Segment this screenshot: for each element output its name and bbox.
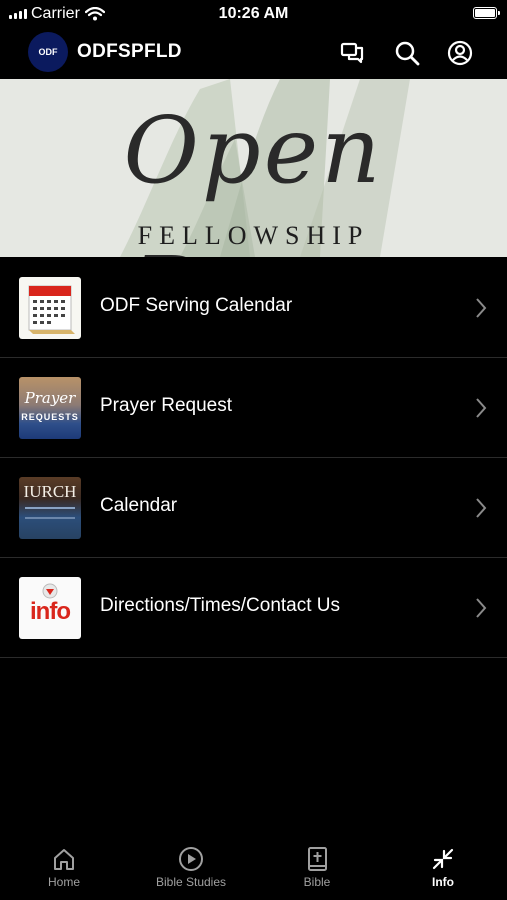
tab-label: Info (432, 875, 454, 889)
info-list: ODF Serving Calendar Prayer REQUESTS Pra… (0, 258, 507, 658)
status-time: 10:26 AM (218, 5, 289, 22)
tab-bible-studies[interactable]: Bible Studies (131, 846, 251, 889)
list-item-label: Prayer Request (100, 395, 233, 416)
tab-bible[interactable]: Bible (257, 846, 377, 889)
home-icon (54, 849, 74, 870)
thumb-text: REQUESTS (21, 412, 79, 422)
info-icon: info (19, 577, 81, 639)
list-item-label: ODF Serving Calendar (100, 295, 293, 316)
list-item-label: Directions/Times/Contact Us (100, 595, 341, 616)
tab-label: Home (47, 875, 80, 889)
tab-home[interactable]: Home (4, 846, 124, 889)
list-item-serving-calendar[interactable]: ODF Serving Calendar (0, 258, 507, 358)
list-item-directions[interactable]: info Directions/Times/Contact Us (0, 558, 507, 658)
thumb-text: IURCH (23, 482, 77, 501)
banner-subtitle: FELLOWSHIP (137, 221, 370, 250)
thumb-text: Prayer (24, 389, 76, 407)
status-bar: Carrier 10:26 AM (0, 0, 507, 28)
tab-info[interactable]: Info (383, 846, 503, 889)
chevron-right-icon (476, 398, 487, 418)
app-header: ODF ODFSPFLD (0, 28, 507, 79)
church-icon: IURCH (19, 477, 81, 539)
chevron-right-icon (476, 598, 487, 618)
play-circle-icon (179, 847, 203, 871)
list-item-prayer-request[interactable]: Prayer REQUESTS Prayer Request (0, 358, 507, 458)
banner: Open Door FELLOWSHIP (0, 79, 507, 257)
search-icon[interactable] (393, 39, 421, 67)
battery-icon (473, 7, 500, 19)
list-item-label: Calendar (100, 495, 178, 516)
bible-icon (308, 847, 327, 871)
collapse-arrows-icon (432, 848, 454, 870)
app-logo: ODF (28, 32, 68, 72)
tab-bar: Home Bible Studies Bible Info (0, 840, 507, 900)
tab-label: Bible Studies (155, 875, 227, 889)
messages-icon[interactable] (338, 39, 366, 67)
list-item-calendar[interactable]: IURCH Calendar (0, 458, 507, 558)
tab-label: Bible (303, 875, 331, 889)
account-icon[interactable] (446, 39, 474, 67)
chevron-right-icon (476, 498, 487, 518)
prayer-requests-icon: Prayer REQUESTS (19, 377, 81, 439)
app-title: ODFSPFLD (77, 41, 182, 62)
thumb-text: info (30, 598, 71, 625)
chevron-right-icon (476, 298, 487, 318)
calendar-icon (19, 277, 81, 339)
